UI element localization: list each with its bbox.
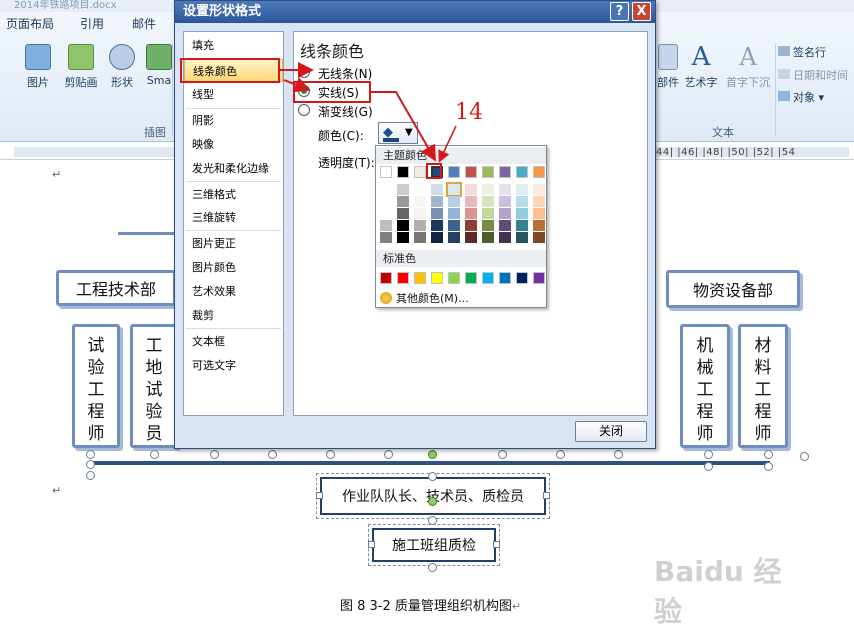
annotation-arrows	[280, 62, 457, 163]
arrow-from-step	[438, 125, 457, 163]
arrow-to-solid-line	[283, 77, 311, 93]
step-number: 14	[455, 100, 483, 125]
arrow-to-swatch	[371, 91, 436, 162]
